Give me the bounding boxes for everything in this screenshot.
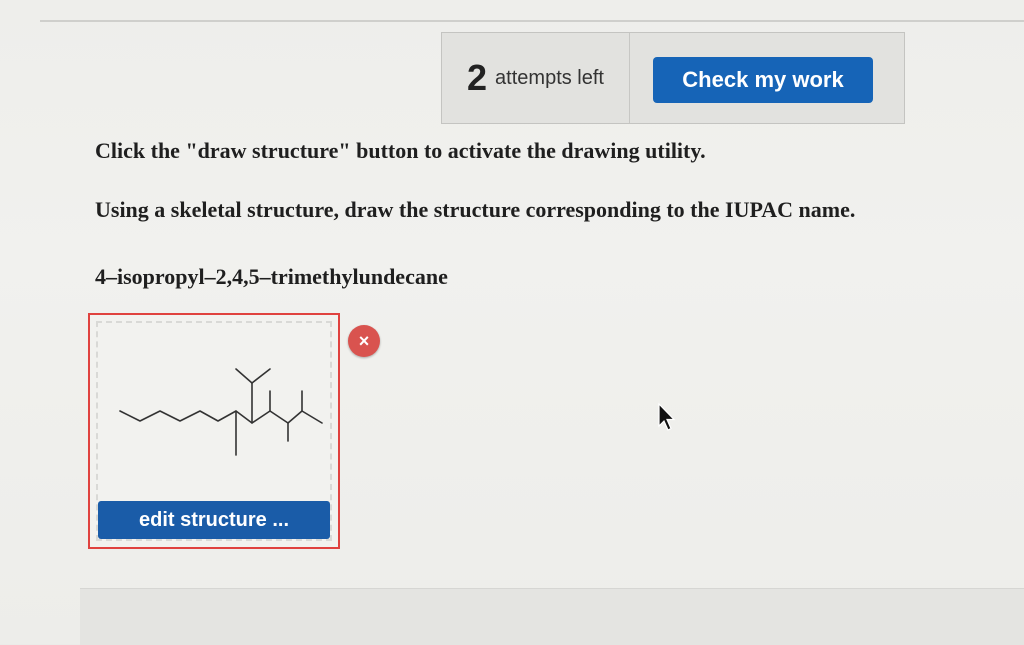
instruction-skeletal-structure: Using a skeletal structure, draw the str… bbox=[95, 197, 856, 222]
page: 2 attempts left Check my work Click the … bbox=[0, 0, 1024, 645]
attempts-count: 2 bbox=[467, 57, 488, 98]
attempt-bar: 2 attempts left Check my work bbox=[441, 32, 905, 124]
attempts-counter: 2 attempts left bbox=[442, 33, 630, 123]
edit-structure-button[interactable]: edit structure ... bbox=[98, 501, 330, 539]
instruction-draw-utility: Click the "draw structure" button to act… bbox=[95, 138, 706, 163]
close-icon[interactable]: × bbox=[348, 325, 380, 357]
attempts-label: attempts left bbox=[495, 66, 604, 89]
mouse-cursor-icon bbox=[658, 402, 676, 431]
bottom-panel bbox=[80, 588, 1024, 645]
top-divider bbox=[40, 20, 1024, 22]
iupac-name: 4–isopropyl–2,4,5–trimethylundecane bbox=[95, 264, 448, 289]
check-my-work-button[interactable]: Check my work bbox=[653, 57, 873, 103]
